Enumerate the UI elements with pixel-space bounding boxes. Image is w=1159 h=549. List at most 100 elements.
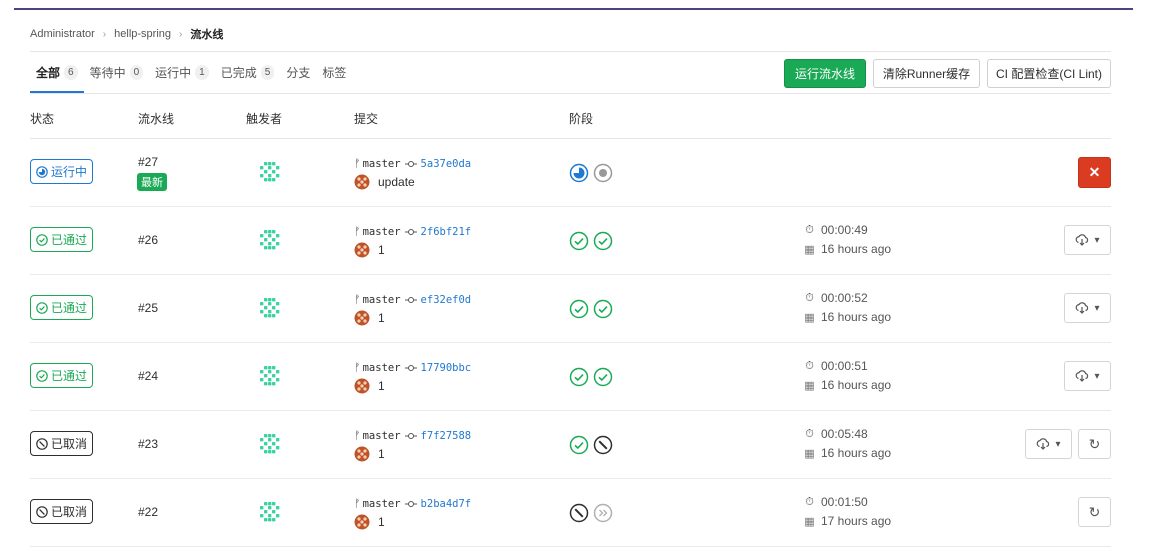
tab-label: 全部	[36, 66, 61, 80]
breadcrumb-item-project[interactable]: hellp-spring	[114, 28, 171, 40]
trigger-avatar[interactable]	[260, 298, 280, 318]
status-badge[interactable]: 已取消	[30, 431, 94, 456]
breadcrumb-item-current[interactable]: 流水线	[190, 26, 223, 42]
commit-sha-link[interactable]: ef32ef0d	[421, 294, 472, 306]
duration-value: 00:00:52	[821, 291, 868, 305]
stage-success-icon[interactable]	[569, 231, 589, 251]
cancel-pipeline-button[interactable]: ✕	[1078, 157, 1111, 188]
branch-link[interactable]: master	[363, 498, 401, 510]
download-artifacts-dropdown[interactable]: ▾	[1025, 429, 1072, 459]
retry-pipeline-button[interactable]: ↻	[1078, 429, 1111, 459]
latest-badge: 最新	[137, 173, 167, 191]
commit-author-avatar[interactable]	[354, 174, 370, 190]
stage-success-icon[interactable]	[569, 435, 589, 455]
commit-icon	[404, 228, 417, 236]
stage-success-icon[interactable]	[593, 299, 613, 319]
commit-message-link[interactable]: 1	[378, 311, 385, 325]
stage-skipped-icon[interactable]	[593, 503, 613, 523]
pipeline-id-link[interactable]: #25	[138, 301, 158, 315]
commit-message-link[interactable]: 1	[378, 447, 385, 461]
pipeline-duration: ⏱ 00:01:50	[803, 495, 868, 509]
commit-author-avatar[interactable]	[354, 242, 370, 258]
tab-tags[interactable]: 标签	[316, 56, 352, 93]
pipeline-id-link[interactable]: #26	[138, 233, 158, 247]
passed-status-icon	[36, 301, 48, 314]
status-badge[interactable]: 已通过	[30, 295, 94, 320]
timer-icon: ⏱	[805, 427, 814, 440]
pipeline-finished: ▦ 17 hours ago	[803, 514, 891, 528]
commit-sha-link[interactable]: 2f6bf21f	[421, 226, 472, 238]
trigger-avatar[interactable]	[260, 366, 280, 386]
commit-message-link[interactable]: update	[378, 175, 415, 189]
stage-canceled-icon[interactable]	[593, 435, 613, 455]
stage-success-icon[interactable]	[569, 367, 589, 387]
stage-success-icon[interactable]	[569, 299, 589, 319]
commit-message-link[interactable]: 1	[378, 515, 385, 529]
pipeline-id-link[interactable]: #22	[138, 505, 158, 519]
breadcrumb-item-user[interactable]: Administrator	[30, 28, 95, 40]
run-pipeline-button[interactable]: 运行流水线	[784, 59, 866, 88]
commit-message-link[interactable]: 1	[378, 243, 385, 257]
pipeline-id-link[interactable]: #24	[138, 369, 158, 383]
tab-all[interactable]: 全部 6	[30, 56, 84, 93]
stage-success-icon[interactable]	[593, 367, 613, 387]
download-artifacts-dropdown[interactable]: ▾	[1064, 225, 1111, 255]
timer-icon: ⏱	[805, 359, 814, 372]
commit-sha-link[interactable]: f7f27588	[421, 430, 472, 442]
tab-label: 等待中	[89, 66, 126, 80]
pipeline-row: 运行中 #27 最新 ᚠ master 5a37e0da update ✕	[30, 139, 1111, 207]
status-icon	[36, 369, 48, 382]
stage-running-icon[interactable]	[569, 163, 589, 183]
retry-icon: ↻	[1088, 435, 1101, 452]
trigger-avatar[interactable]	[260, 502, 280, 522]
commit-icon	[404, 364, 417, 372]
pipeline-stages	[569, 435, 613, 455]
stage-created-icon[interactable]	[593, 163, 613, 183]
branch-link[interactable]: master	[363, 158, 401, 170]
download-artifacts-dropdown[interactable]: ▾	[1064, 361, 1111, 391]
commit-sha-link[interactable]: 5a37e0da	[421, 158, 472, 170]
tab-finished[interactable]: 已完成 5	[215, 56, 281, 93]
canceled-status-icon	[36, 505, 48, 518]
ci-lint-button[interactable]: CI 配置检查(CI Lint)	[987, 59, 1111, 88]
tab-branches[interactable]: 分支	[280, 56, 316, 93]
pipeline-id-link[interactable]: #27	[138, 155, 158, 169]
commit-author-avatar[interactable]	[354, 378, 370, 394]
commit-author-avatar[interactable]	[354, 446, 370, 462]
stage-success-icon[interactable]	[593, 231, 613, 251]
trigger-avatar[interactable]	[260, 434, 280, 454]
tab-running[interactable]: 运行中 1	[149, 56, 215, 93]
commit-author-avatar[interactable]	[354, 514, 370, 530]
commit-sha-link[interactable]: 17790bbc	[421, 362, 472, 374]
pipeline-row: 已取消 #22 ᚠ master b2ba4d7f 1 ⏱ 00:01:50 ▦ 17 hours…	[30, 479, 1111, 547]
status-label: 已取消	[51, 505, 88, 519]
calendar-icon: ▦	[804, 311, 815, 324]
stage-canceled-icon[interactable]	[569, 503, 589, 523]
pipeline-stages	[569, 367, 613, 387]
column-header-commit: 提交	[354, 112, 379, 126]
commit-message-link[interactable]: 1	[378, 379, 385, 393]
trigger-avatar[interactable]	[260, 162, 280, 182]
branch-link[interactable]: master	[363, 430, 401, 442]
status-label: 运行中	[51, 165, 88, 179]
commit-sha-link[interactable]: b2ba4d7f	[421, 498, 472, 510]
branch-link[interactable]: master	[363, 226, 401, 238]
trigger-avatar[interactable]	[260, 230, 280, 250]
status-badge[interactable]: 已通过	[30, 227, 94, 252]
tab-count-badge: 6	[64, 65, 78, 80]
status-badge[interactable]: 已取消	[30, 499, 94, 524]
commit-message-line: 1	[354, 514, 385, 530]
commit-message-line: 1	[354, 378, 385, 394]
clear-runner-cache-button[interactable]: 清除Runner缓存	[873, 59, 980, 88]
branch-link[interactable]: master	[363, 294, 401, 306]
branch-link[interactable]: master	[363, 362, 401, 374]
retry-pipeline-button[interactable]: ↻	[1078, 497, 1111, 527]
tab-pending[interactable]: 等待中 0	[84, 56, 150, 93]
pipeline-id-link[interactable]: #23	[138, 437, 158, 451]
status-badge[interactable]: 已通过	[30, 363, 94, 388]
commit-author-avatar[interactable]	[354, 310, 370, 326]
running-status-icon	[36, 165, 48, 178]
status-badge[interactable]: 运行中	[30, 159, 94, 184]
download-artifacts-dropdown[interactable]: ▾	[1064, 293, 1111, 323]
commit-icon	[404, 432, 417, 440]
